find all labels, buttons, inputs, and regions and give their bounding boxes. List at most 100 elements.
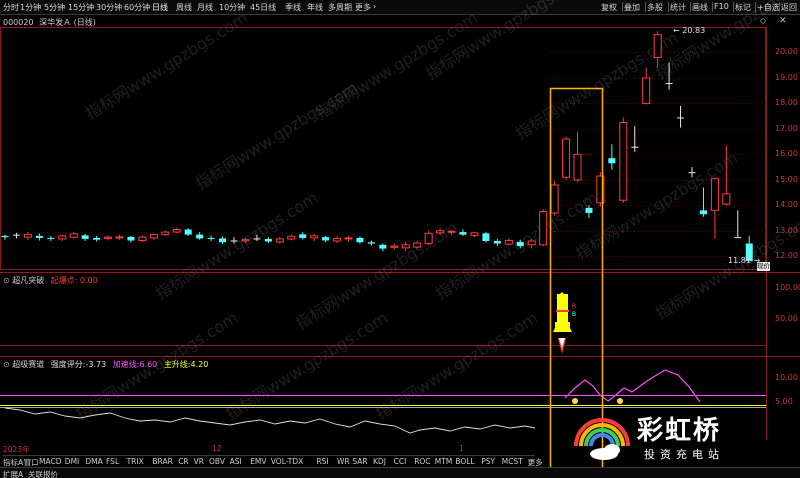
- indicator-tab[interactable]: KDJ: [373, 457, 386, 466]
- candle: [550, 181, 559, 216]
- price-tick: 12.00: [775, 251, 798, 261]
- brand-logo: 彩虹桥 投资充电站: [562, 402, 767, 468]
- price-tick: 14.00: [775, 200, 798, 210]
- panel3-title: ⊙ 超级赛道 强度评分:-3.73 加速线:6.60 主升线:4.20: [3, 359, 208, 370]
- indicator-tab[interactable]: BRAR: [152, 457, 172, 466]
- candle: [81, 233, 89, 241]
- date-label: 2023年: [3, 445, 30, 454]
- candle: [69, 232, 78, 239]
- candle: [184, 228, 192, 236]
- rocket-label-r: R: [572, 303, 577, 310]
- bottom-bar: 扩展A 关联报价: [0, 467, 800, 478]
- panel3-axis-10: 10.00: [775, 373, 798, 382]
- panel2-axis-50: 50.00: [775, 314, 798, 323]
- date-label: 1: [459, 444, 464, 453]
- candle: [356, 236, 364, 244]
- candle: [196, 232, 204, 240]
- candle: [310, 233, 319, 241]
- watermark-text: 指标网www.gpzbgs.com: [82, 8, 251, 123]
- candle: [459, 229, 467, 236]
- rocket-icon: [553, 292, 572, 354]
- candle: [470, 232, 479, 238]
- panel2-axis-100: 100.00: [775, 283, 800, 292]
- candle: [23, 232, 32, 240]
- panel-toggle-icon[interactable]: ⊙: [3, 276, 10, 285]
- indicator-tab[interactable]: DMI: [65, 457, 79, 466]
- indicator-tab[interactable]: ROC: [414, 457, 430, 466]
- price-tick: 18.00: [775, 98, 798, 108]
- accel-curve: [564, 369, 701, 403]
- logo-name: 彩虹桥: [637, 416, 722, 446]
- indicator-tab[interactable]: CCI: [394, 457, 407, 466]
- rocket-label-b: B: [572, 311, 577, 318]
- date-label: 12: [212, 444, 222, 453]
- indicator-tab[interactable]: FSL: [106, 457, 119, 466]
- panel2-sub-value: 0.00: [80, 276, 98, 285]
- candle: [344, 235, 353, 242]
- panel3-line1-value: 6.60: [139, 360, 158, 369]
- indicator-tab[interactable]: WR: [337, 457, 350, 466]
- candle: [333, 236, 342, 244]
- panel3-line1-label: 加速线:: [112, 360, 140, 369]
- candle: [608, 144, 616, 170]
- candle: [379, 243, 387, 252]
- candle: [677, 105, 685, 128]
- panel3-metric-value: -3.73: [85, 360, 107, 369]
- panel3-axis-5: 5.00: [775, 397, 793, 406]
- candle: [58, 234, 67, 241]
- indicator-tab[interactable]: TRIX: [127, 457, 144, 466]
- indicator-tab[interactable]: RSI: [316, 457, 328, 466]
- indicator-tab[interactable]: ASI: [230, 457, 242, 466]
- tab-extend-a[interactable]: 扩展A: [3, 469, 23, 478]
- tab-related-quotes[interactable]: 关联报价: [28, 469, 58, 478]
- panel3-name: 超级赛道: [12, 360, 45, 369]
- indicator-tab[interactable]: SAR: [352, 457, 367, 466]
- indicator-tab[interactable]: VOL-TDX: [271, 457, 303, 466]
- candle: [539, 209, 548, 247]
- indicator-tab[interactable]: EMV: [250, 457, 266, 466]
- watermark-text: 指标网www.gpzbgs.com: [152, 188, 321, 303]
- candle: [149, 233, 158, 240]
- indicator-tab[interactable]: OBV: [209, 457, 225, 466]
- low-annotation: 11.81 →: [728, 256, 761, 265]
- candle: [35, 233, 43, 241]
- candle: [1, 234, 9, 240]
- indicator-tab[interactable]: PSY: [481, 457, 495, 466]
- high-annotation: ← 20.83: [673, 26, 706, 35]
- indicator-tab[interactable]: MACD: [39, 457, 61, 466]
- price-tick: 16.00: [775, 149, 798, 159]
- panel-toggle-icon[interactable]: ⊙: [3, 360, 10, 369]
- candle: [127, 235, 135, 243]
- panel3-line2-value: 4.20: [190, 360, 209, 369]
- panel2-title: ⊙ 超凡突破 起爆点: 0.00: [3, 275, 98, 286]
- candle: [207, 235, 215, 241]
- price-tick: 20.00: [775, 47, 798, 57]
- indicator-tab[interactable]: VR: [194, 457, 204, 466]
- candle: [642, 67, 651, 105]
- candle: [275, 237, 284, 244]
- candle: [172, 227, 181, 234]
- indicator-tab[interactable]: BOLL: [455, 457, 474, 466]
- panel2-name: 超凡突破: [12, 276, 45, 285]
- candle: [573, 131, 582, 183]
- candle: [299, 232, 307, 240]
- indicator-tab[interactable]: DMA: [85, 457, 102, 466]
- indicator-tabs: 指标A 窗口 MACD DMI DMA FSL TRIX BRAR CR VR OBV ASI EMV V…: [3, 455, 543, 467]
- candle: [367, 240, 375, 246]
- price-tick: 13.00: [775, 225, 798, 235]
- current-price-tag: 现价: [757, 262, 770, 271]
- candle: [699, 187, 707, 217]
- candle: [710, 177, 719, 239]
- watermark-text: 指标网www.gpzbgs.com: [372, 308, 541, 423]
- indicator-tab[interactable]: CR: [178, 457, 188, 466]
- panel3-line2-label: 主升线:: [163, 360, 191, 369]
- price-tick: 15.00: [775, 174, 798, 184]
- indicator-tab[interactable]: MTM: [435, 457, 453, 466]
- indicator-tab[interactable]: MCST: [502, 457, 523, 466]
- candle: [424, 230, 433, 245]
- candle: [287, 234, 296, 241]
- candle: [47, 235, 55, 241]
- candle: [390, 243, 399, 250]
- candle: [562, 136, 571, 180]
- panel3-metric-label: 强度评分:: [50, 360, 86, 369]
